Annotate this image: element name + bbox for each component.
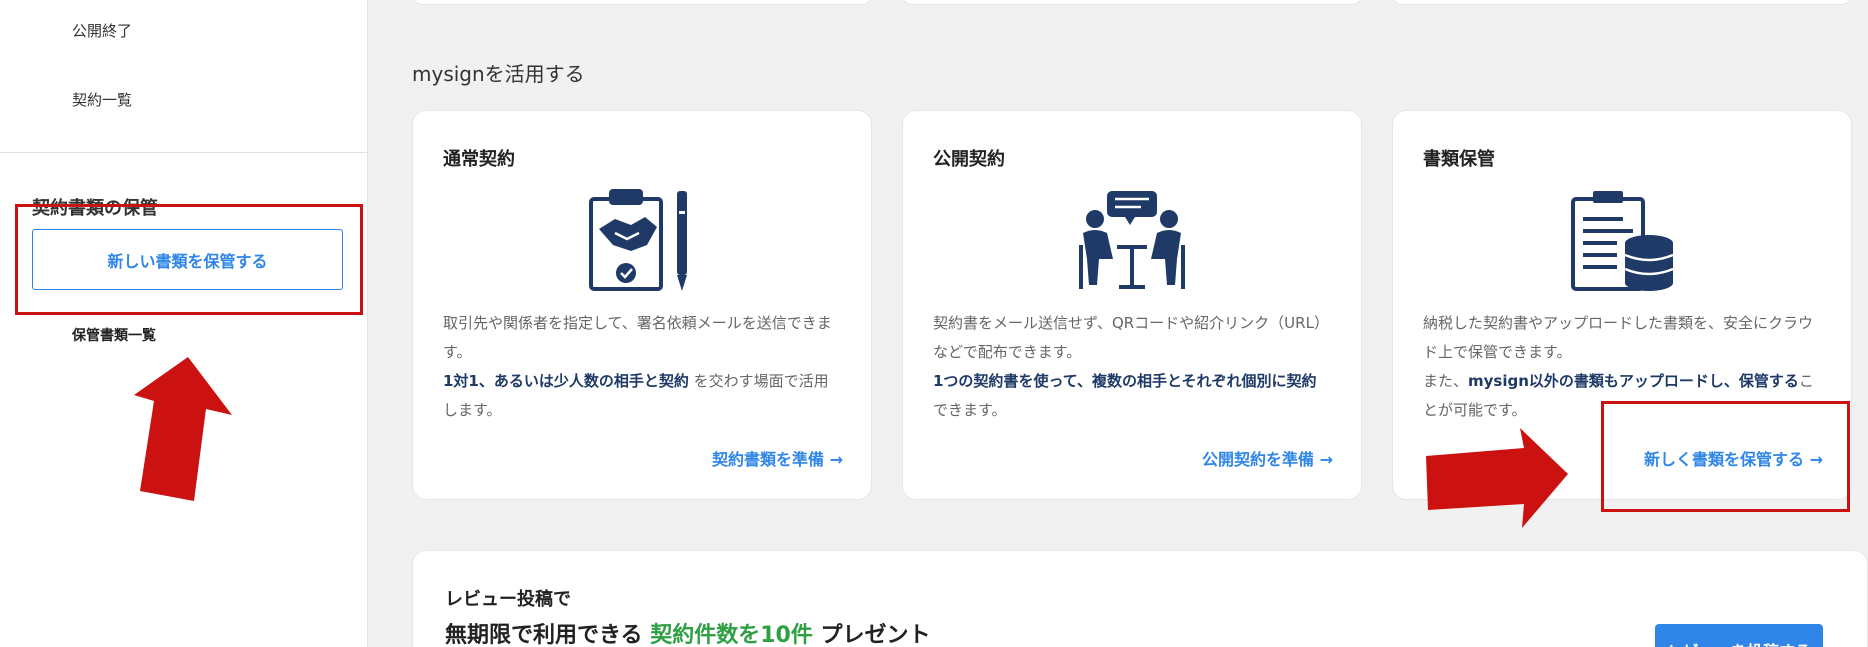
card-desc-text: 納税した契約書やアップロードした書類を、安全にクラウド上で保管できます。	[1423, 314, 1814, 361]
card-description: 契約書をメール送信せず、QRコードや紹介リンク（URL）などで配布できます。 1…	[933, 309, 1333, 425]
handshake-clipboard-icon	[589, 189, 687, 291]
review-headline-highlight: 契約件数を10件	[650, 623, 813, 647]
card-description: 取引先や関係者を指定して、署名依頼メールを送信できます。 1対1、あるいは少人数…	[443, 309, 843, 425]
card-title: 書類保管	[1423, 149, 1495, 170]
meeting-people-icon	[1079, 191, 1185, 289]
card-description: 納税した契約書やアップロードした書類を、安全にクラウド上で保管できます。 また、…	[1423, 309, 1823, 425]
card-title: 公開契約	[933, 149, 1005, 170]
card-top-fragment-right	[1392, 0, 1852, 5]
card-top-fragment-middle	[902, 0, 1362, 5]
card-desc-pre: また、	[1423, 372, 1469, 390]
sidebar-item-published-ended[interactable]: 公開終了	[72, 20, 132, 41]
card-illustration	[1393, 189, 1851, 307]
prepare-public-contract-link[interactable]: 公開契約を準備 →	[1202, 446, 1333, 470]
card-top-fragment-left	[412, 0, 872, 5]
review-promo-card: レビュー投稿で 無期限で利用できる 契約件数を10件 プレゼント レビューを投稿…	[412, 550, 1868, 647]
card-desc-text: 取引先や関係者を指定して、署名依頼メールを送信できます。	[443, 314, 832, 361]
review-headline-text: 無期限で利用できる	[445, 623, 651, 647]
clipboard-database-icon	[1571, 191, 1674, 291]
card-desc-bold: 1対1、あるいは少人数の相手と契約	[443, 372, 689, 390]
review-pre-text: レビュー投稿で	[445, 589, 571, 610]
card-illustration	[903, 189, 1361, 307]
prepare-contract-link[interactable]: 契約書類を準備 →	[712, 446, 843, 470]
card-desc-text: 契約書をメール送信せず、QRコードや紹介リンク（URL）などで配布できます。	[933, 314, 1329, 361]
store-new-document-link[interactable]: 新しく書類を保管する →	[1644, 446, 1823, 470]
card-desc-bold: 1つの契約書を使って、複数の相手とそれぞれ個別に契約	[933, 372, 1317, 390]
new-document-storage-button[interactable]: 新しい書類を保管する	[32, 229, 343, 290]
card-document-storage: 書類保管 納税した契約書やアップロードした書類を、安全にクラウド上で保管できます…	[1392, 110, 1852, 500]
post-review-button[interactable]: レビューを投稿する	[1655, 624, 1823, 647]
review-headline-text-2: プレゼント	[812, 623, 931, 647]
review-headline: 無期限で利用できる 契約件数を10件 プレゼント	[445, 617, 931, 647]
card-desc-bold: mysign以外の書類もアップロードし、保管する	[1468, 372, 1799, 390]
card-public-contract: 公開契約 契約書をメール送信せず、QRコードや紹介リンク（URL）などで配布でき…	[902, 110, 1362, 500]
sidebar-section-storage-title: 契約書類の保管	[32, 198, 158, 219]
card-title: 通常契約	[443, 149, 515, 170]
sidebar-divider	[0, 152, 368, 153]
card-normal-contract: 通常契約 取引先や関係者を指定して、署名依頼メールを送信できます。 1対1、ある…	[412, 110, 872, 500]
section-title: mysignを活用する	[412, 62, 585, 86]
card-desc-text-2: できます。	[933, 401, 1007, 419]
sidebar-item-stored-documents[interactable]: 保管書類一覧	[72, 325, 156, 345]
sidebar: 公開終了 契約一覧 契約書類の保管 新しい書類を保管する 保管書類一覧	[0, 0, 368, 647]
sidebar-item-contract-list[interactable]: 契約一覧	[72, 89, 132, 110]
card-illustration	[413, 189, 871, 307]
